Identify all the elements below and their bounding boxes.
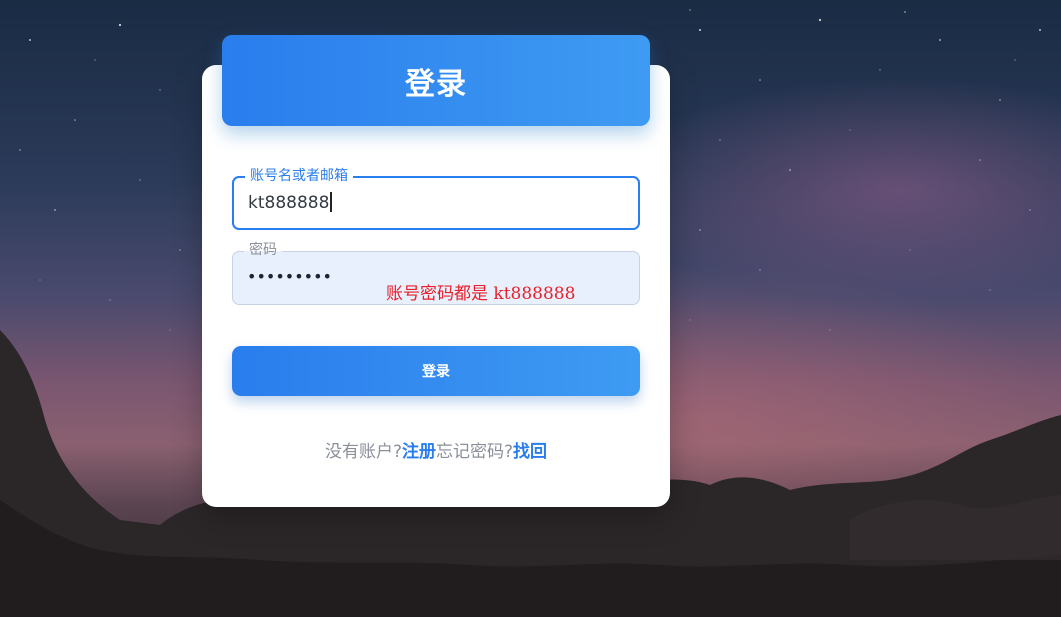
register-link[interactable]: 注册 (402, 442, 436, 462)
password-label: 密码 (244, 241, 282, 259)
username-input[interactable]: kt888888 (248, 192, 333, 214)
username-field[interactable]: 账号名或者邮箱 kt888888 (232, 167, 640, 230)
login-title: 登录 (405, 66, 467, 102)
password-input[interactable]: ••••••••• (247, 266, 332, 288)
username-label: 账号名或者邮箱 (245, 167, 353, 185)
text-caret (330, 192, 333, 212)
forgot-password-text: 忘记密码? (436, 442, 514, 462)
login-header: 登录 (222, 35, 650, 126)
no-account-text: 没有账户? (324, 442, 402, 462)
credentials-hint: 账号密码都是 kt888888 (386, 284, 576, 304)
login-button-label: 登录 (422, 364, 450, 380)
footer-links: 没有账户?注册忘记密码?找回 (232, 437, 640, 462)
recover-link[interactable]: 找回 (513, 442, 547, 462)
login-button[interactable]: 登录 (232, 346, 640, 396)
username-value: kt888888 (248, 193, 330, 213)
